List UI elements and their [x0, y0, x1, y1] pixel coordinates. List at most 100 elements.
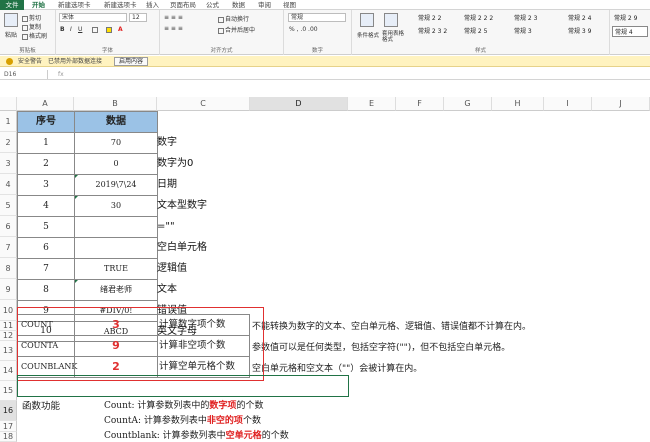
- row-header[interactable]: 8: [0, 258, 17, 279]
- tab-new-1[interactable]: 新建选项卡: [58, 0, 91, 10]
- cell-a[interactable]: 2: [17, 153, 75, 175]
- cell-b[interactable]: 0: [74, 153, 158, 175]
- row-header[interactable]: 5: [0, 195, 17, 216]
- fx-icon[interactable]: fx: [58, 70, 64, 79]
- function-note[interactable]: 空白单元格和空文本（""）会被计算在内。: [252, 361, 422, 374]
- cell-a[interactable]: 1: [17, 132, 75, 154]
- tab-data[interactable]: 数据: [232, 0, 245, 10]
- cut-button[interactable]: 剪切: [22, 13, 41, 22]
- wrap-text-button[interactable]: 自动换行: [218, 14, 249, 23]
- column-header-h[interactable]: H: [492, 97, 544, 111]
- column-header-g[interactable]: G: [444, 97, 492, 111]
- tab-new-2[interactable]: 新建选项卡: [104, 0, 137, 10]
- legend-line-counta[interactable]: CountA: 计算参数列表中非空的项个数: [104, 413, 261, 426]
- table-format-icon[interactable]: [384, 13, 398, 27]
- cell-b[interactable]: 70: [74, 132, 158, 154]
- cell-b[interactable]: 2019\7\24: [74, 174, 158, 196]
- align-left-icon[interactable]: ≡ ≡ ≡: [164, 25, 183, 32]
- cell-a[interactable]: 6: [17, 237, 75, 259]
- style-item[interactable]: 常规 2 5: [462, 26, 508, 37]
- tab-file[interactable]: 文件: [0, 0, 24, 10]
- row-header[interactable]: 15: [0, 381, 17, 401]
- row-header[interactable]: 6: [0, 216, 17, 237]
- description-cell[interactable]: 文本型数字: [157, 196, 207, 216]
- row-header[interactable]: 18: [0, 432, 17, 442]
- tab-home[interactable]: 开始: [32, 0, 45, 10]
- function-note[interactable]: 参数值可以是任何类型，包括空字符("")，但不包括空白单元格。: [252, 340, 510, 353]
- conditional-format-button[interactable]: 条件格式: [357, 31, 379, 39]
- selected-range[interactable]: [17, 375, 349, 397]
- legend-label[interactable]: 函数功能: [22, 398, 60, 412]
- column-header-j[interactable]: J: [592, 97, 650, 111]
- function-note[interactable]: 不能转换为数字的文本、空白单元格、逻辑值、错误值都不计算在内。: [252, 319, 531, 332]
- font-color-button[interactable]: A: [118, 26, 123, 33]
- copy-button[interactable]: 复制: [22, 22, 41, 31]
- style-item[interactable]: 常规 2 2: [416, 13, 462, 24]
- column-header-e[interactable]: E: [348, 97, 396, 111]
- style-item[interactable]: 常规 2 4: [566, 13, 606, 24]
- merge-center-button[interactable]: 合并后居中: [218, 25, 255, 34]
- format-painter-button[interactable]: 格式刷: [22, 31, 47, 40]
- cell-b[interactable]: [74, 216, 158, 238]
- description-cell[interactable]: 数字为0: [157, 154, 193, 174]
- row-header[interactable]: 3: [0, 153, 17, 174]
- style-item-selected[interactable]: 常规 4: [612, 26, 648, 37]
- cell-a[interactable]: 3: [17, 174, 75, 196]
- enable-content-button[interactable]: 启用内容: [114, 57, 149, 66]
- cell-a[interactable]: 7: [17, 258, 75, 280]
- description-cell[interactable]: 空白单元格: [157, 238, 207, 258]
- style-item[interactable]: 常规 2 2 2: [462, 13, 508, 24]
- font-name-select[interactable]: 宋体: [59, 13, 127, 22]
- style-item[interactable]: 常规 2 3 2: [416, 26, 462, 37]
- cell-a[interactable]: 5: [17, 216, 75, 238]
- column-header-c[interactable]: C: [157, 97, 250, 111]
- number-format-select[interactable]: 常规: [288, 13, 346, 22]
- table-header-data[interactable]: 数据: [74, 111, 158, 133]
- column-header-a[interactable]: A: [17, 97, 74, 111]
- style-item[interactable]: 常规 3 9: [566, 26, 606, 37]
- cell-a[interactable]: 4: [17, 195, 75, 217]
- row-header[interactable]: 11: [0, 321, 17, 331]
- column-header-i[interactable]: I: [544, 97, 592, 111]
- border-button[interactable]: [92, 26, 99, 33]
- row-header[interactable]: 17: [0, 421, 17, 432]
- description-cell[interactable]: 日期: [157, 175, 177, 195]
- tab-review[interactable]: 审阅: [258, 0, 271, 10]
- row-header[interactable]: 9: [0, 279, 17, 300]
- font-size-select[interactable]: 12: [129, 13, 147, 22]
- tab-page-layout[interactable]: 页面布局: [170, 0, 196, 10]
- legend-line-countblank[interactable]: Countblank: 计算参数列表中空单元格的个数: [104, 428, 289, 441]
- cell-b[interactable]: TRUE: [74, 258, 158, 280]
- row-header[interactable]: 1: [0, 111, 17, 132]
- style-item[interactable]: 常规 2 9: [612, 13, 648, 24]
- name-box[interactable]: D16: [4, 70, 48, 79]
- column-header-b[interactable]: B: [74, 97, 157, 111]
- align-top-icon[interactable]: ≡ ≡ ≡: [164, 14, 183, 21]
- table-header-index[interactable]: 序号: [17, 111, 75, 133]
- description-cell[interactable]: 文本: [157, 280, 177, 300]
- fill-color-button[interactable]: [106, 26, 113, 33]
- row-header[interactable]: 13: [0, 341, 17, 361]
- tab-formulas[interactable]: 公式: [206, 0, 219, 10]
- select-all-corner[interactable]: [0, 97, 17, 111]
- cell-b[interactable]: 30: [74, 195, 158, 217]
- italic-button[interactable]: I: [70, 26, 72, 33]
- row-header[interactable]: 10: [0, 300, 17, 321]
- underline-button[interactable]: U: [78, 26, 82, 33]
- legend-line-count[interactable]: Count: 计算参数列表中的数字项的个数: [104, 398, 263, 411]
- paste-icon[interactable]: [4, 13, 18, 27]
- description-cell[interactable]: 逻辑值: [157, 259, 187, 279]
- row-header[interactable]: 14: [0, 361, 17, 381]
- conditional-format-icon[interactable]: [360, 13, 374, 27]
- table-format-button[interactable]: 套用表格格式: [382, 31, 406, 43]
- cell-a[interactable]: 8: [17, 279, 75, 301]
- column-header-f[interactable]: F: [396, 97, 444, 111]
- description-cell[interactable]: 数字: [157, 133, 177, 153]
- row-header[interactable]: 2: [0, 132, 17, 153]
- tab-insert[interactable]: 插入: [146, 0, 159, 10]
- row-header[interactable]: 12: [0, 331, 17, 341]
- row-header[interactable]: 7: [0, 237, 17, 258]
- paste-button[interactable]: 粘贴: [5, 30, 17, 39]
- description-cell[interactable]: ="": [157, 217, 175, 237]
- percent-icon[interactable]: % , .0 .00: [289, 26, 318, 33]
